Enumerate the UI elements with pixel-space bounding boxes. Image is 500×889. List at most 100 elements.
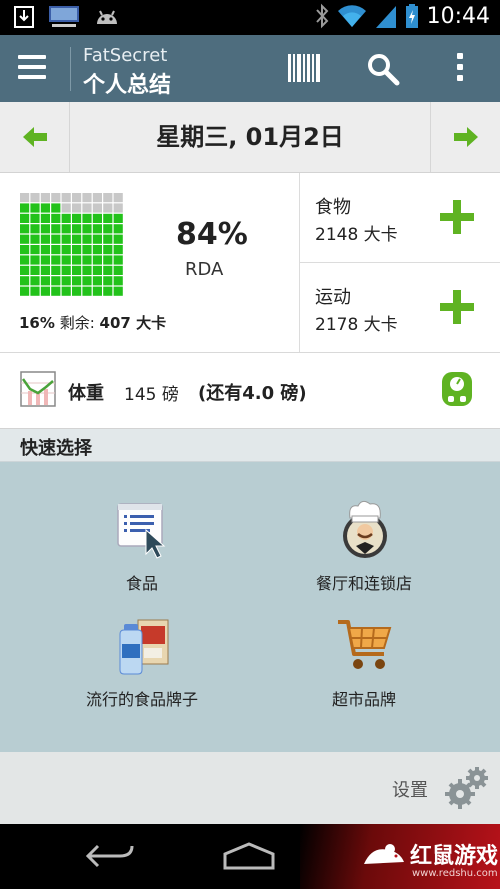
rda-grid-cell bbox=[51, 234, 61, 244]
watermark-brand: 红鼠游戏 bbox=[410, 844, 499, 869]
rda-grid-cell bbox=[61, 276, 71, 286]
arrow-right-icon bbox=[453, 127, 478, 147]
rda-grid-cell bbox=[30, 276, 40, 286]
rda-grid-cell bbox=[61, 265, 71, 275]
food-list-icon bbox=[117, 503, 166, 559]
rda-label: RDA bbox=[185, 259, 224, 280]
rda-grid-cell bbox=[61, 193, 71, 203]
quick-supermarket-brands-label: 超市品牌 bbox=[331, 690, 396, 709]
rda-grid-cell bbox=[82, 276, 92, 286]
action-bar: FatSecret 个人总结 bbox=[0, 35, 500, 102]
search-icon[interactable] bbox=[366, 52, 400, 86]
shopping-cart-icon bbox=[338, 620, 392, 669]
rda-grid-cell bbox=[40, 193, 50, 203]
status-bar: 10:44 bbox=[0, 0, 500, 35]
next-day-button[interactable] bbox=[430, 102, 500, 172]
watermark-mouse-logo bbox=[364, 844, 404, 864]
rda-grid-cell bbox=[20, 276, 30, 286]
quick-food-button[interactable]: 食品 bbox=[32, 498, 252, 608]
remaining-calories: 16% 剩余: 407 大卡 bbox=[19, 312, 166, 333]
chef-icon bbox=[343, 500, 387, 558]
rda-grid-cell bbox=[92, 265, 102, 275]
rda-grid-cell bbox=[72, 234, 82, 244]
rda-panel[interactable]: 84% RDA 16% 剩余: 407 大卡 bbox=[0, 173, 300, 352]
rda-grid-cell bbox=[72, 193, 82, 203]
bluetooth-icon bbox=[315, 3, 328, 29]
grocery-brands-icon bbox=[119, 619, 169, 675]
weight-goal-remaining: (还有4.0 磅) bbox=[198, 383, 307, 404]
rda-grid-cell bbox=[82, 286, 92, 296]
rda-grid-cell bbox=[72, 265, 82, 275]
rda-grid-cell bbox=[20, 245, 30, 255]
rda-grid-cell bbox=[82, 234, 92, 244]
previous-day-button[interactable] bbox=[0, 102, 70, 172]
date-navigator: 星期三, 01月2日 bbox=[0, 102, 500, 173]
rda-grid-cell bbox=[92, 224, 102, 234]
quick-popular-brands-button[interactable]: 流行的食品牌子 bbox=[32, 614, 252, 724]
settings-label[interactable]: 设置 bbox=[392, 776, 428, 802]
rda-grid-cell bbox=[103, 224, 113, 234]
rda-grid-cell bbox=[92, 213, 102, 223]
rda-grid-cell bbox=[30, 203, 40, 213]
rda-grid-cell bbox=[113, 276, 123, 286]
weight-row[interactable]: 体重 145 磅 (还有4.0 磅) bbox=[0, 353, 500, 429]
exercise-row[interactable]: 运动 2178 大卡 bbox=[300, 263, 500, 353]
gear-icon[interactable] bbox=[444, 764, 490, 810]
rda-grid-cell bbox=[61, 255, 71, 265]
overflow-menu-icon[interactable] bbox=[455, 53, 465, 85]
quick-supermarket-brands-button[interactable]: 超市品牌 bbox=[254, 614, 474, 724]
rda-grid-cell bbox=[20, 234, 30, 244]
rda-grid-cell bbox=[82, 203, 92, 213]
arrow-left-icon bbox=[22, 127, 47, 147]
weight-chart-icon bbox=[20, 371, 56, 407]
android-icon bbox=[97, 10, 117, 24]
add-exercise-icon[interactable] bbox=[440, 290, 474, 324]
rda-grid-cell bbox=[82, 265, 92, 275]
rda-grid-cell bbox=[82, 224, 92, 234]
rda-grid-cell bbox=[72, 276, 82, 286]
rda-grid-cell bbox=[92, 255, 102, 265]
rda-grid-cell bbox=[92, 203, 102, 213]
rda-grid-cell bbox=[30, 245, 40, 255]
rda-grid-cell bbox=[103, 234, 113, 244]
rda-grid-cell bbox=[40, 203, 50, 213]
rda-grid-cell bbox=[30, 255, 40, 265]
weight-label: 体重 bbox=[68, 383, 104, 404]
rda-grid-cell bbox=[40, 286, 50, 296]
menu-icon[interactable] bbox=[18, 55, 46, 81]
food-calories: 2148 大卡 bbox=[315, 225, 398, 245]
add-food-icon[interactable] bbox=[440, 200, 474, 234]
rda-grid-cell bbox=[51, 255, 61, 265]
rda-grid-cell bbox=[51, 245, 61, 255]
rda-grid-cell bbox=[92, 245, 102, 255]
back-icon[interactable] bbox=[84, 838, 136, 874]
rda-grid-cell bbox=[61, 213, 71, 223]
exercise-title: 运动 bbox=[315, 287, 351, 308]
rda-grid-cell bbox=[30, 213, 40, 223]
rda-grid-cell bbox=[113, 224, 123, 234]
rda-grid-cell bbox=[72, 245, 82, 255]
scale-icon[interactable] bbox=[440, 370, 474, 408]
signal-icon bbox=[375, 6, 396, 28]
rda-grid-cell bbox=[61, 203, 71, 213]
rda-grid-cell bbox=[51, 276, 61, 286]
home-icon[interactable] bbox=[222, 840, 276, 872]
watermark-url: www.redshu.com bbox=[412, 868, 498, 879]
page-title: 个人总结 bbox=[83, 73, 172, 98]
current-date[interactable]: 星期三, 01月2日 bbox=[70, 102, 430, 172]
rda-grid-cell bbox=[92, 234, 102, 244]
quick-restaurants-button[interactable]: 餐厅和连锁店 bbox=[254, 498, 474, 608]
rda-grid-cell bbox=[30, 234, 40, 244]
rda-grid-cell bbox=[40, 224, 50, 234]
rda-grid-cell bbox=[20, 224, 30, 234]
rda-grid-cell bbox=[51, 213, 61, 223]
food-row[interactable]: 食物 2148 大卡 bbox=[300, 173, 500, 263]
daily-summary: 84% RDA 16% 剩余: 407 大卡 食物 2148 大卡 运动 217… bbox=[0, 173, 500, 353]
rda-grid-cell bbox=[113, 265, 123, 275]
rda-grid-cell bbox=[103, 245, 113, 255]
rda-grid-cell bbox=[30, 193, 40, 203]
rda-progress-grid bbox=[20, 193, 123, 296]
remaining-percent: 16% bbox=[19, 314, 55, 332]
barcode-icon[interactable] bbox=[287, 52, 323, 84]
rda-grid-cell bbox=[82, 245, 92, 255]
